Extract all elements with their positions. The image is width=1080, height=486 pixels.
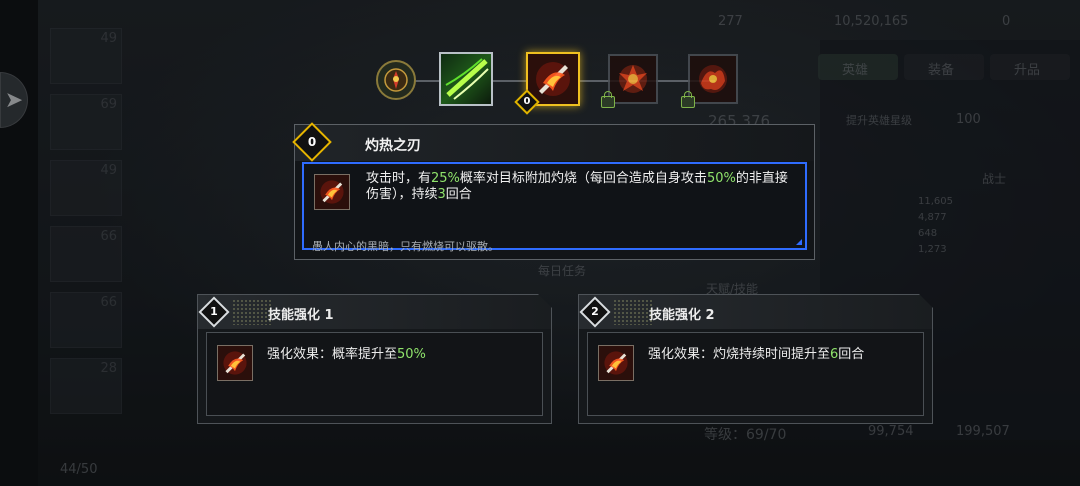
lock-icon xyxy=(681,91,695,108)
effect-text: 强化效果：灼烧持续时间提升至 xyxy=(648,347,831,362)
enhancement-effect: 强化效果：概率提升至50% xyxy=(267,343,426,362)
enhancement-effect: 强化效果：灼烧持续时间提升至6回合 xyxy=(648,343,864,362)
wind-slash-icon xyxy=(445,58,489,100)
fire-burst-skill-node[interactable] xyxy=(608,54,658,104)
skill-tooltip: 0 灼热之刃 攻击时，有25%概率对目标附加灼烧（每回合造成自身攻击50%的非直… xyxy=(292,122,815,260)
effect-suffix: 回合 xyxy=(838,347,865,362)
effect-text: 强化效果：概率提升至 xyxy=(267,347,398,362)
desc-text: 回合 xyxy=(445,187,472,202)
skill-level: 0 xyxy=(523,96,531,107)
enhancement-title: 技能强化 1 xyxy=(268,308,334,323)
skill-title: 灼热之刃 xyxy=(365,138,421,154)
skill-icon xyxy=(217,345,253,381)
emblem-icon xyxy=(384,68,408,92)
flame-blade-icon xyxy=(320,180,344,204)
header-pattern xyxy=(613,299,653,325)
passive-emblem-node[interactable] xyxy=(376,60,416,100)
skill-description-box: 攻击时，有25%概率对目标附加灼烧（每回合造成自身攻击50%的非直接伤害），持续… xyxy=(302,162,807,253)
skill-icon xyxy=(314,174,350,210)
enhancement-number: 2 xyxy=(591,305,599,318)
skill-enhancement-1: 1 技能强化 1 强化效果：概率提升至50% xyxy=(197,294,552,424)
skill-flavor-text: 愚人内心的黑暗，只有燃烧可以驱散。 xyxy=(312,240,499,253)
desc-text: 攻击时，有 xyxy=(366,171,432,186)
fire-burst-icon xyxy=(619,65,647,93)
desc-text: 概率对目标附加灼烧（每回合造成自身攻击 xyxy=(459,171,707,186)
fire-storm-icon xyxy=(699,65,727,93)
tooltip-level: 0 xyxy=(307,135,317,149)
header-pattern xyxy=(232,299,272,325)
flame-blade-icon xyxy=(601,348,631,378)
effect-value: 50% xyxy=(397,347,426,362)
skill-description: 攻击时，有25%概率对目标附加灼烧（每回合造成自身攻击50%的非直接伤害），持续… xyxy=(366,171,798,203)
enhancement-title: 技能强化 2 xyxy=(649,308,715,323)
fire-storm-skill-node[interactable] xyxy=(688,54,738,104)
desc-highlight: 3 xyxy=(437,187,446,202)
enhancement-body: 强化效果：概率提升至50% xyxy=(206,332,543,416)
wind-slash-skill-node[interactable] xyxy=(439,52,493,106)
flame-blade-icon xyxy=(220,348,250,378)
enhancement-number: 1 xyxy=(210,305,218,318)
corner-decoration xyxy=(796,239,802,245)
desc-highlight: 25% xyxy=(431,171,460,186)
skill-icon xyxy=(598,345,634,381)
skill-enhancement-2: 2 技能强化 2 强化效果：灼烧持续时间提升至6回合 xyxy=(578,294,933,424)
desc-highlight: 50% xyxy=(706,171,736,186)
lock-icon xyxy=(601,91,615,108)
enhancement-body: 强化效果：灼烧持续时间提升至6回合 xyxy=(587,332,924,416)
flame-blade-icon xyxy=(536,62,570,96)
